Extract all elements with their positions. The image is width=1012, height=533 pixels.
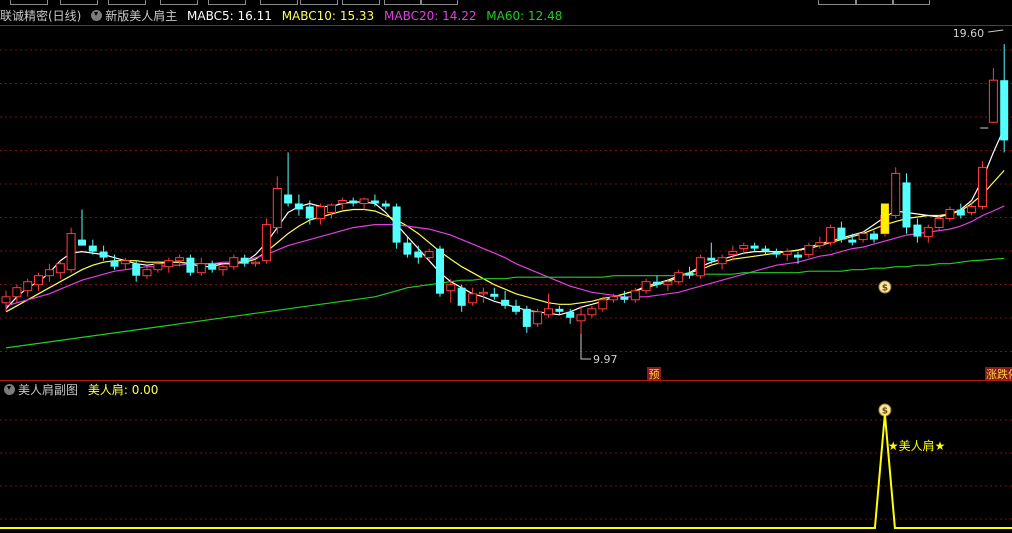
candle[interactable] xyxy=(414,245,423,264)
candle[interactable] xyxy=(284,152,293,207)
candle[interactable] xyxy=(685,266,694,279)
sub-indicator-readout: 美人肩: 0.00 xyxy=(87,383,159,397)
candle[interactable] xyxy=(327,203,336,219)
stock-title: 联诚精密(日线) xyxy=(0,9,82,23)
signal-candle[interactable] xyxy=(880,203,889,234)
indicator-dropdown-icon[interactable] xyxy=(91,10,103,21)
candle[interactable] xyxy=(349,197,358,207)
ma20-readout: MABC20: 14.22 xyxy=(384,9,477,23)
candle[interactable] xyxy=(826,224,836,246)
candle[interactable] xyxy=(674,269,684,285)
sub-chart-header: 美人肩副图 美人肩: 0.00 xyxy=(0,381,164,399)
candle[interactable] xyxy=(478,287,488,303)
candle[interactable] xyxy=(576,305,586,334)
candle[interactable] xyxy=(208,260,217,273)
candle[interactable] xyxy=(99,245,108,261)
ma60-readout: MA60: 12.48 xyxy=(486,9,563,23)
candle[interactable] xyxy=(142,266,152,279)
candle[interactable] xyxy=(837,221,846,243)
kline-chart[interactable]: $$19.609.97预涨跌停★美人肩★ xyxy=(0,0,1012,533)
ma5-readout: MABC5: 16.11 xyxy=(187,9,272,23)
candle[interactable] xyxy=(66,227,76,273)
sub-indicator-dropdown-icon[interactable] xyxy=(4,384,15,395)
high-price-arrow xyxy=(988,29,1004,33)
candle[interactable] xyxy=(359,197,369,210)
candle[interactable] xyxy=(1,290,11,312)
candle[interactable] xyxy=(381,200,390,210)
candle[interactable] xyxy=(1000,44,1009,153)
tag-yu: 预 xyxy=(649,368,660,381)
candle[interactable] xyxy=(707,242,716,264)
ma-line-mabc5 xyxy=(5,128,1005,316)
candle[interactable] xyxy=(522,305,531,333)
candle[interactable] xyxy=(945,206,955,222)
candle[interactable] xyxy=(956,203,965,219)
money-bag-icon-symbol: $ xyxy=(882,284,888,294)
candle[interactable] xyxy=(34,272,43,291)
candle[interactable] xyxy=(512,299,520,315)
candle[interactable] xyxy=(468,287,478,306)
candle[interactable] xyxy=(891,167,901,219)
candle[interactable] xyxy=(44,263,54,282)
candle[interactable] xyxy=(55,260,65,279)
candle[interactable] xyxy=(544,293,553,318)
candle[interactable] xyxy=(913,218,922,243)
candle[interactable] xyxy=(750,242,759,252)
ma10-readout: MABC10: 15.33 xyxy=(281,9,375,23)
sub-indicator-line xyxy=(0,413,1012,529)
candle[interactable] xyxy=(164,257,174,273)
candle[interactable] xyxy=(316,203,326,225)
candle[interactable] xyxy=(251,260,260,267)
signal-text: ★美人肩★ xyxy=(888,438,946,453)
candle[interactable] xyxy=(641,278,651,294)
candle[interactable] xyxy=(186,254,195,276)
main-chart-header: 联诚精密(日线) 新版美人肩主 MABC5: 16.11 MABC10: 15.… xyxy=(0,7,568,25)
candle[interactable] xyxy=(218,263,228,276)
candle[interactable] xyxy=(424,248,434,261)
candle[interactable] xyxy=(978,161,987,210)
candle[interactable] xyxy=(457,284,466,312)
candle[interactable] xyxy=(78,209,86,246)
candle[interactable] xyxy=(294,194,303,216)
candle[interactable] xyxy=(490,287,499,300)
tag-zhangting: 涨跌停 xyxy=(986,367,1012,381)
candle[interactable] xyxy=(761,245,770,255)
candle[interactable] xyxy=(587,305,597,318)
candle[interactable] xyxy=(240,254,249,267)
candle[interactable] xyxy=(695,254,705,279)
candle[interactable] xyxy=(533,308,543,327)
candle[interactable] xyxy=(392,203,401,249)
candle[interactable] xyxy=(23,278,33,297)
candle[interactable] xyxy=(923,224,933,243)
candle[interactable] xyxy=(337,197,347,210)
candle[interactable] xyxy=(804,242,814,258)
candle[interactable] xyxy=(196,257,206,276)
candle[interactable] xyxy=(870,230,878,243)
sub-indicator-title[interactable]: 美人肩副图 xyxy=(18,383,78,397)
candle[interactable] xyxy=(501,290,510,309)
candle[interactable] xyxy=(229,254,239,270)
candle[interactable] xyxy=(370,194,379,207)
low-price-label: 9.97 xyxy=(593,353,618,366)
candle[interactable] xyxy=(272,176,282,234)
candle[interactable] xyxy=(132,260,141,282)
candle[interactable] xyxy=(988,68,998,123)
low-price-arrow xyxy=(580,333,591,360)
candle[interactable] xyxy=(436,245,444,297)
candle[interactable] xyxy=(772,248,781,258)
high-price-label: 19.60 xyxy=(953,27,985,40)
candle[interactable] xyxy=(902,173,911,234)
candle[interactable] xyxy=(261,218,271,264)
candle[interactable] xyxy=(717,254,727,270)
candle[interactable] xyxy=(782,248,792,261)
indicator-name[interactable]: 新版美人肩主 xyxy=(105,9,177,23)
